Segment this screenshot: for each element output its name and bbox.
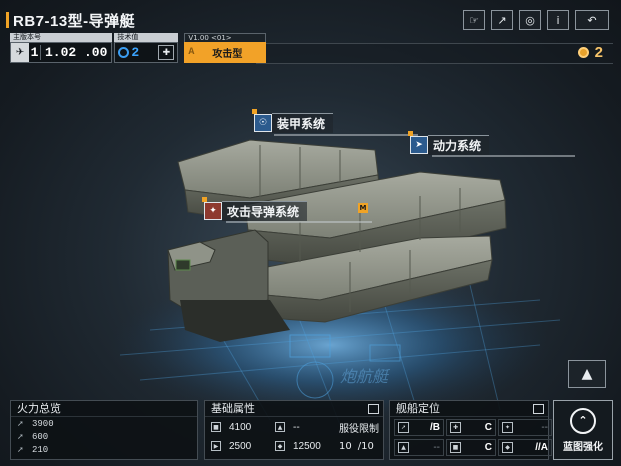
position-role-icon: ◆ xyxy=(502,442,513,453)
shield-stat: ▲ -- xyxy=(275,419,339,435)
armor-stat-icon: ■ xyxy=(211,422,221,432)
cannon-icon: ➚ xyxy=(17,419,24,428)
missile-system-label: 攻击导弹系统 xyxy=(222,201,308,221)
firepower-value: 3900 xyxy=(32,418,54,429)
position-cell[interactable]: ✦ -- xyxy=(498,419,552,436)
position-grade: C xyxy=(484,422,492,433)
armor-marker xyxy=(252,109,257,114)
service-limit-label: 服役限制 xyxy=(339,423,379,435)
position-cell[interactable]: ➚ /B xyxy=(394,419,444,436)
base-stat-grid: ■ 4100 ▲ -- 服役限制 ▶ 2500 ◆ 12500 10 /10 xyxy=(205,417,383,456)
position-role-icon: ✦ xyxy=(502,422,513,433)
speed-stat: ▶ 2500 xyxy=(211,438,275,454)
shield-stat-icon: ▲ xyxy=(275,422,285,432)
firepower-title: 火力总览 xyxy=(11,401,197,417)
position-cell[interactable]: ■ C xyxy=(446,439,496,456)
range-stat: ◆ 12500 xyxy=(275,438,339,454)
power-marker xyxy=(408,131,413,136)
base-attributes-panel: 基础属性 ■ 4100 ▲ -- 服役限制 ▶ 2500 ◆ 12500 10 … xyxy=(204,400,384,460)
engine-icon: ➤ xyxy=(410,136,428,154)
firepower-panel: 火力总览 ➚ 3900 ➚ 600 ➚ 210 xyxy=(10,400,198,460)
firepower-value: 600 xyxy=(32,431,49,442)
range-stat-icon: ◆ xyxy=(275,441,285,451)
ship-illustration: 炮航艇 xyxy=(110,134,575,426)
armor-stat-value: 4100 xyxy=(229,421,252,433)
missile-marker xyxy=(202,197,207,202)
position-grade: //A xyxy=(535,442,548,453)
firepower-row: ➚ 3900 xyxy=(11,417,197,430)
armor-system-tag[interactable]: ☉ 装甲系统 xyxy=(252,109,334,134)
firepower-row: ➚ 600 xyxy=(11,430,197,443)
power-system-label: 动力系统 xyxy=(428,135,490,155)
shield-icon: ☉ xyxy=(254,114,272,132)
ship-position-panel: 舰船定位 ➚ /B ✚ C ✦ -- ▲ -- ■ C ◆ //A xyxy=(389,400,552,460)
missile-system-tag[interactable]: ✦ 攻击导弹系统 M xyxy=(202,197,372,222)
speed-stat-value: 2500 xyxy=(229,440,252,452)
position-role-icon: ■ xyxy=(450,442,461,453)
blueprint-enhance-button[interactable]: ⌃ 蓝图强化 xyxy=(553,400,613,460)
power-system-tag[interactable]: ➤ 动力系统 xyxy=(408,131,490,156)
position-role-icon: ▲ xyxy=(398,442,409,453)
position-grade: C xyxy=(484,442,492,453)
shield-stat-value: -- xyxy=(293,421,300,433)
missile-badge: M xyxy=(358,203,368,213)
service-max: /10 xyxy=(357,440,374,452)
position-role-icon: ➚ xyxy=(398,422,409,433)
chevron-up-icon: ⌃ xyxy=(570,407,596,434)
position-grade: /B xyxy=(430,422,440,433)
missile-small-icon: ➚ xyxy=(17,432,24,441)
missile-icon: ✦ xyxy=(204,202,222,220)
position-grid: ➚ /B ✚ C ✦ -- ▲ -- ■ C ◆ //A xyxy=(390,417,552,458)
blueprint-enhance-label: 蓝图强化 xyxy=(563,441,603,453)
range-stat-value: 12500 xyxy=(293,440,321,452)
service-current: 10 xyxy=(339,440,352,452)
fleet-upgrade-icon[interactable]: ▲ xyxy=(568,360,606,388)
hull-watermark: 炮航艇 xyxy=(340,367,391,386)
expand-icon[interactable] xyxy=(368,404,379,414)
aa-icon: ➚ xyxy=(17,445,24,454)
position-cell[interactable]: ◆ //A xyxy=(498,439,552,456)
position-role-icon: ✚ xyxy=(450,422,461,433)
base-attributes-title: 基础属性 xyxy=(205,401,383,417)
speed-stat-icon: ▶ xyxy=(211,441,221,451)
position-toggle-icon[interactable] xyxy=(533,404,544,414)
position-grade: -- xyxy=(541,422,548,433)
ship-position-title: 舰船定位 xyxy=(390,401,548,417)
position-cell[interactable]: ✚ C xyxy=(446,419,496,436)
firepower-row: ➚ 210 xyxy=(11,443,197,456)
position-cell[interactable]: ▲ -- xyxy=(394,439,444,456)
position-grade: -- xyxy=(433,442,440,453)
armor-system-label: 装甲系统 xyxy=(272,113,334,133)
armor-stat: ■ 4100 xyxy=(211,419,275,435)
firepower-value: 210 xyxy=(32,444,49,455)
